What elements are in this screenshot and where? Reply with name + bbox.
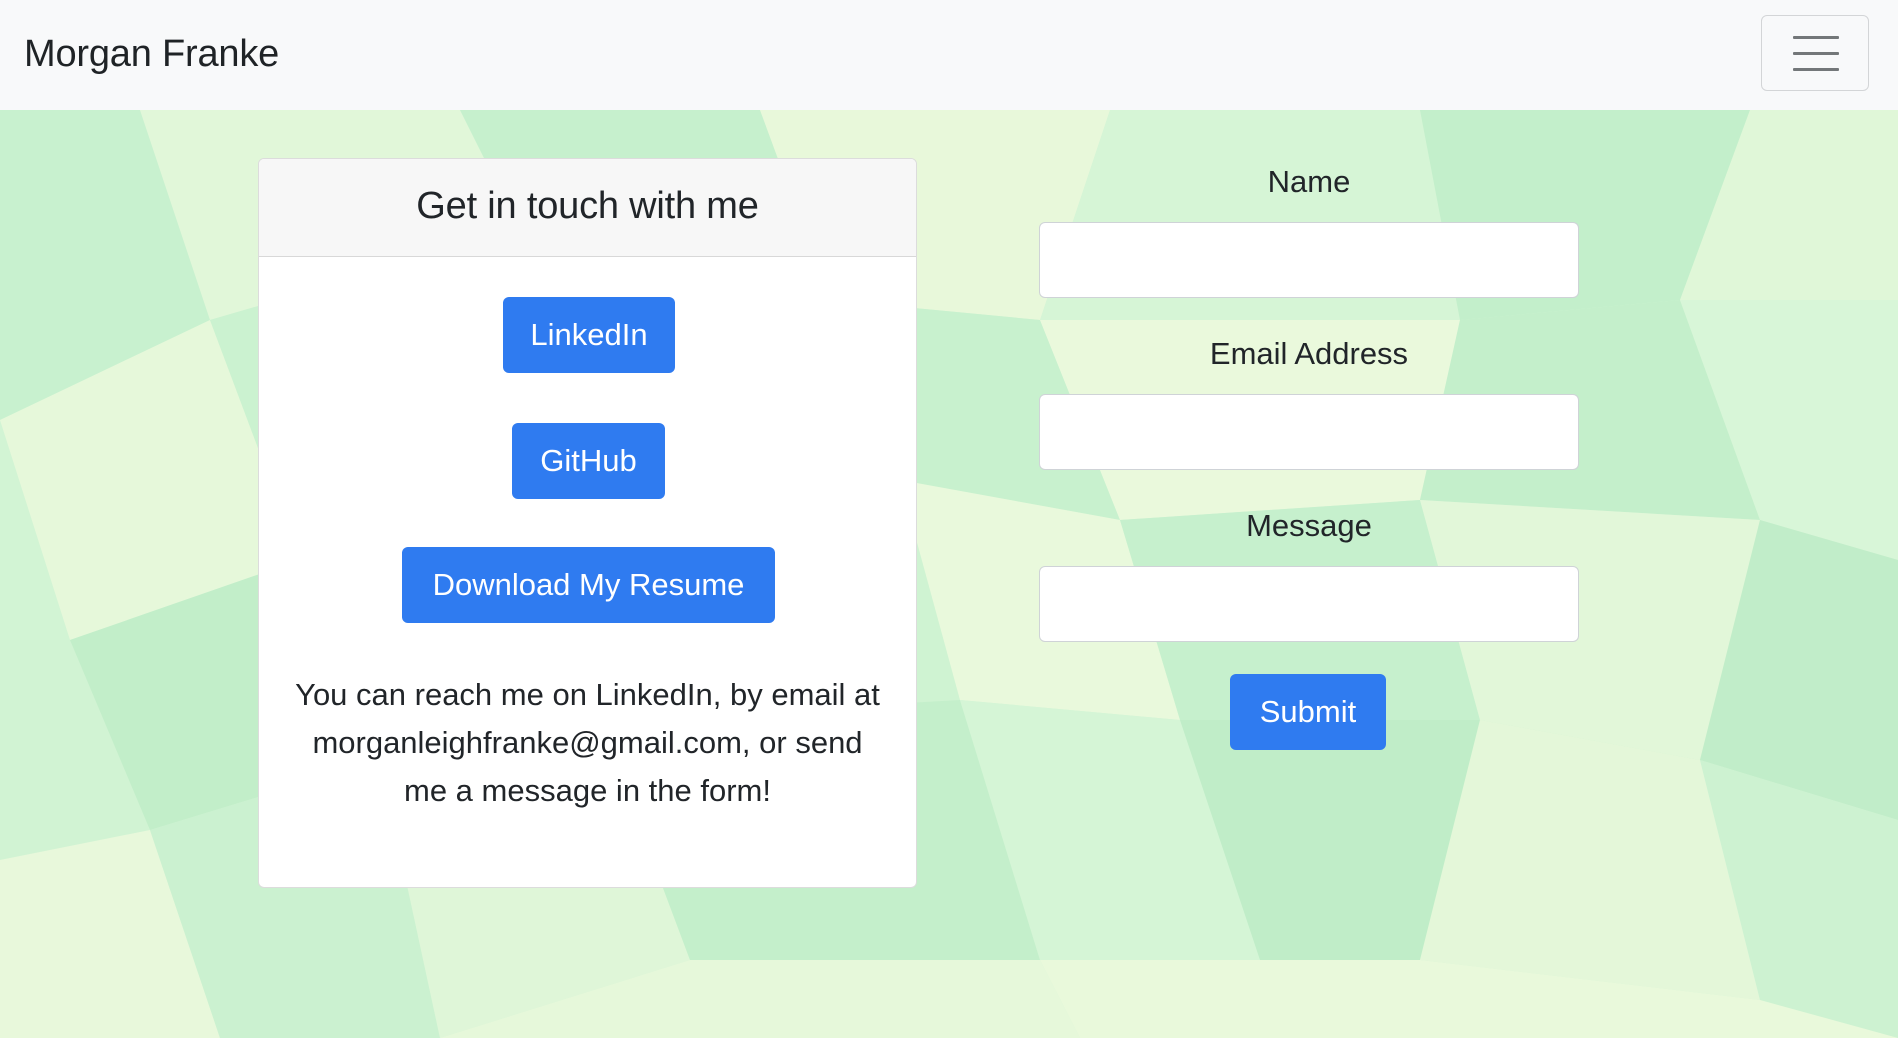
brand-title[interactable]: Morgan Franke xyxy=(24,30,279,78)
name-label: Name xyxy=(1267,164,1351,199)
github-button[interactable]: GitHub xyxy=(512,423,665,499)
message-input[interactable] xyxy=(1039,566,1579,642)
contact-info-text: You can reach me on LinkedIn, by email a… xyxy=(295,677,880,808)
email-input[interactable] xyxy=(1039,394,1579,470)
submit-button[interactable]: Submit xyxy=(1230,674,1386,750)
name-input[interactable] xyxy=(1039,222,1579,298)
linkedin-button[interactable]: LinkedIn xyxy=(503,297,675,373)
message-label: Message xyxy=(1246,508,1372,543)
email-label: Email Address xyxy=(1209,336,1409,371)
card-header: Get in touch with me xyxy=(259,159,916,257)
navbar: Morgan Franke xyxy=(0,0,1898,110)
card-title: Get in touch with me xyxy=(416,185,759,227)
contact-card: Get in touch with me LinkedIn GitHub Dow… xyxy=(258,158,917,888)
navbar-toggle-button[interactable] xyxy=(1761,15,1869,91)
hamburger-menu-icon xyxy=(1793,36,1839,39)
download-resume-button[interactable]: Download My Resume xyxy=(402,547,775,623)
hamburger-menu-icon-bar xyxy=(1793,52,1839,55)
hamburger-menu-icon-bar xyxy=(1793,68,1839,71)
